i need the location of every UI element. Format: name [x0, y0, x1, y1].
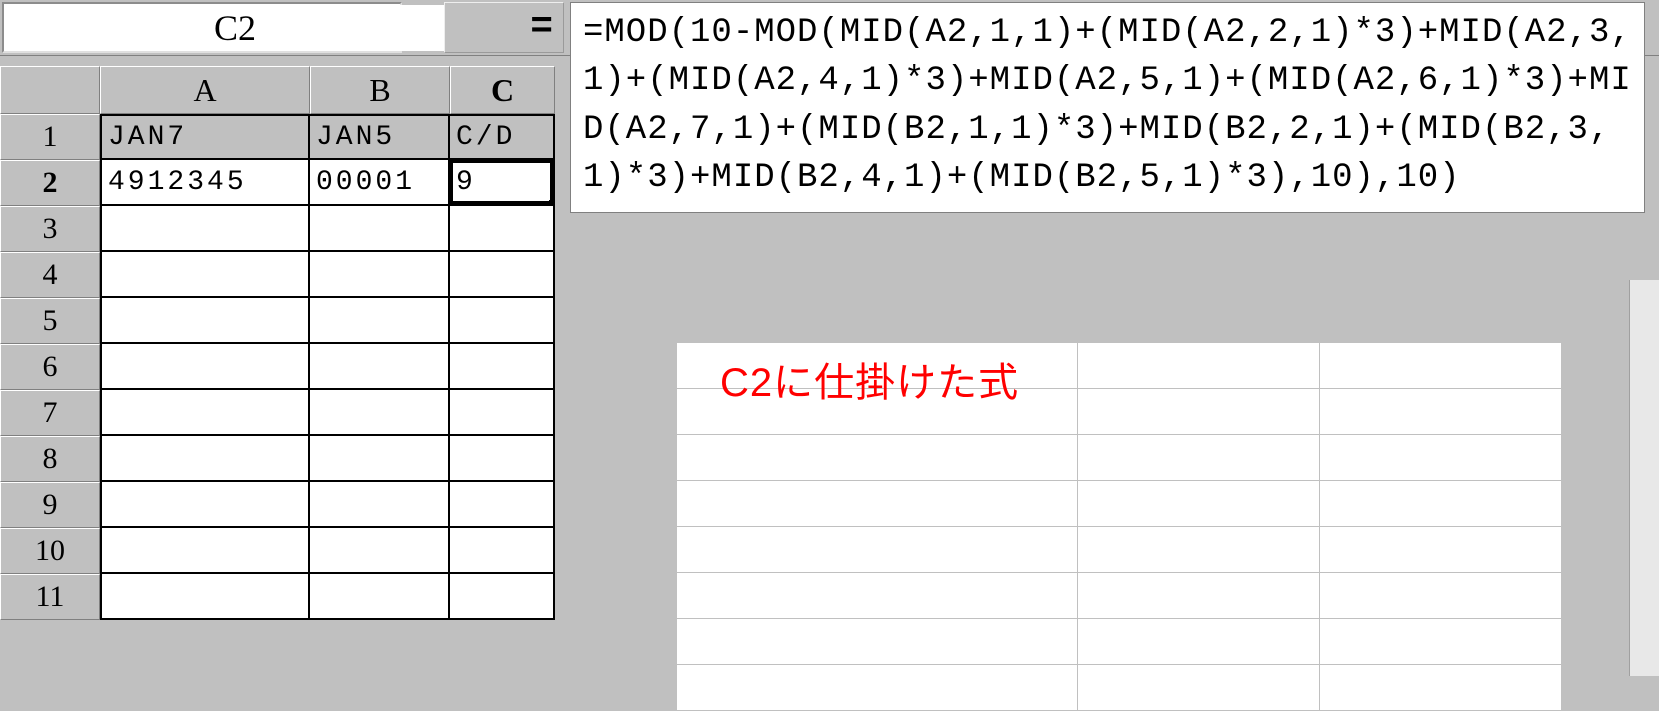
row-header-7[interactable]: 7	[0, 390, 100, 436]
cell-A8[interactable]	[100, 436, 310, 482]
row-header-3[interactable]: 3	[0, 206, 100, 252]
cell-right[interactable]	[1320, 573, 1562, 619]
cell-C7[interactable]	[450, 390, 555, 436]
cell-A9[interactable]	[100, 482, 310, 528]
cell-right[interactable]	[1320, 343, 1562, 389]
name-box-input[interactable]	[4, 5, 466, 51]
cell-B8[interactable]	[310, 436, 450, 482]
cell-right[interactable]	[1320, 527, 1562, 573]
cell-C8[interactable]	[450, 436, 555, 482]
formula-text-tooltip[interactable]: =MOD(10-MOD(MID(A2,1,1)+(MID(A2,2,1)*3)+…	[570, 2, 1645, 213]
cell-right[interactable]	[1078, 665, 1320, 711]
cell-right[interactable]	[1078, 481, 1320, 527]
row-header-9[interactable]: 9	[0, 482, 100, 528]
row-header-8[interactable]: 8	[0, 436, 100, 482]
cell-A10[interactable]	[100, 528, 310, 574]
annotation-label: C2に仕掛けた式	[720, 350, 1019, 408]
cell-C10[interactable]	[450, 528, 555, 574]
cell-B10[interactable]	[310, 528, 450, 574]
row-header-5[interactable]: 5	[0, 298, 100, 344]
cell-C3[interactable]	[450, 206, 555, 252]
cell-right[interactable]	[1078, 435, 1320, 481]
cell-A5[interactable]	[100, 298, 310, 344]
cell-right[interactable]	[1078, 573, 1320, 619]
cell-A2[interactable]: 4912345	[100, 160, 310, 206]
formula-bar-separator	[404, 0, 444, 55]
cell-right[interactable]	[1320, 619, 1562, 665]
cell-right[interactable]	[676, 573, 1078, 619]
cell-C9[interactable]	[450, 482, 555, 528]
cell-right[interactable]	[1320, 389, 1562, 435]
cell-B6[interactable]	[310, 344, 450, 390]
spreadsheet-grid: A B C 1 JAN7 JAN5 C/D 2 4912345 00001 9 …	[0, 56, 555, 620]
cell-right[interactable]	[676, 665, 1078, 711]
cell-right[interactable]	[1320, 481, 1562, 527]
cell-right[interactable]	[1320, 665, 1562, 711]
row-header-1[interactable]: 1	[0, 114, 100, 160]
cell-right[interactable]	[676, 481, 1078, 527]
cell-B11[interactable]	[310, 574, 450, 620]
cell-B4[interactable]	[310, 252, 450, 298]
cell-right[interactable]	[676, 435, 1078, 481]
column-header-A[interactable]: A	[100, 66, 310, 114]
cell-right[interactable]	[1078, 343, 1320, 389]
row-header-11[interactable]: 11	[0, 574, 100, 620]
cell-C11[interactable]	[450, 574, 555, 620]
cell-right[interactable]	[1320, 435, 1562, 481]
row-header-4[interactable]: 4	[0, 252, 100, 298]
formula-equals-label: =	[444, 2, 564, 53]
select-all-corner[interactable]	[0, 66, 100, 114]
cell-B3[interactable]	[310, 206, 450, 252]
cell-A11[interactable]	[100, 574, 310, 620]
cell-C6[interactable]	[450, 344, 555, 390]
cell-right[interactable]	[676, 619, 1078, 665]
cell-right[interactable]	[676, 527, 1078, 573]
column-header-B[interactable]: B	[310, 66, 450, 114]
cell-C2[interactable]: 9	[450, 160, 555, 206]
cell-A3[interactable]	[100, 206, 310, 252]
cell-B7[interactable]	[310, 390, 450, 436]
cell-B2[interactable]: 00001	[310, 160, 450, 206]
cell-B9[interactable]	[310, 482, 450, 528]
cell-right[interactable]	[1078, 527, 1320, 573]
cell-C1[interactable]: C/D	[450, 114, 555, 160]
row-header-6[interactable]: 6	[0, 344, 100, 390]
cell-C5[interactable]	[450, 298, 555, 344]
cell-A6[interactable]	[100, 344, 310, 390]
cell-right[interactable]	[1078, 619, 1320, 665]
cell-right[interactable]	[1078, 389, 1320, 435]
row-header-10[interactable]: 10	[0, 528, 100, 574]
column-header-C[interactable]: C	[450, 66, 555, 114]
cell-C4[interactable]	[450, 252, 555, 298]
cell-A4[interactable]	[100, 252, 310, 298]
cell-A1[interactable]: JAN7	[100, 114, 310, 160]
row-header-2[interactable]: 2	[0, 160, 100, 206]
vertical-scrollbar[interactable]	[1629, 280, 1659, 676]
cell-B1[interactable]: JAN5	[310, 114, 450, 160]
cell-B5[interactable]	[310, 298, 450, 344]
cell-A7[interactable]	[100, 390, 310, 436]
